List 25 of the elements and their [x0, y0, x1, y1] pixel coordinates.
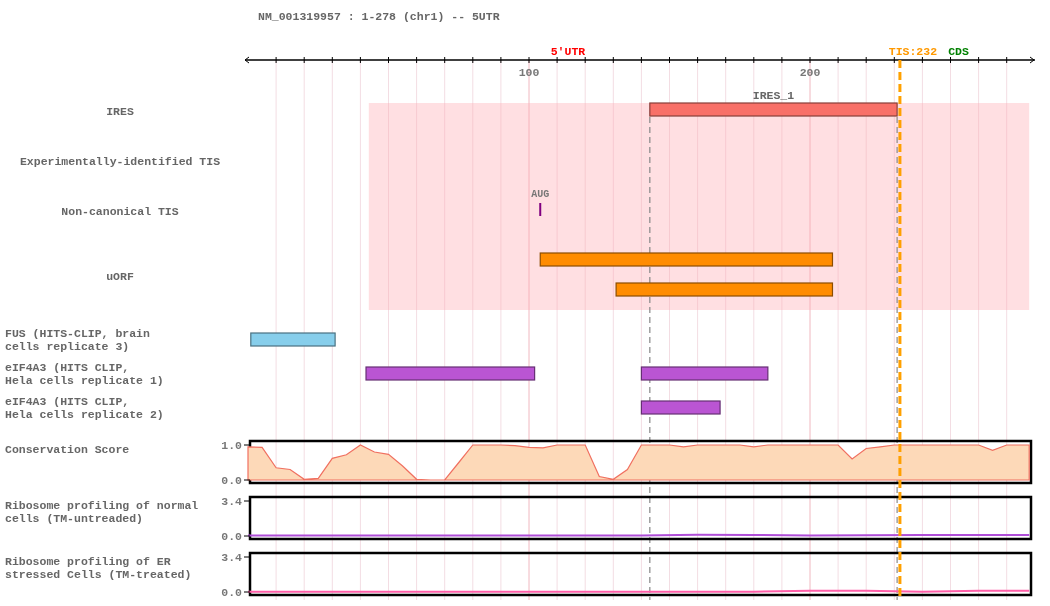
- track-label: Conservation Score: [5, 443, 130, 456]
- track-label: uORF: [106, 270, 134, 283]
- track-label: FUS (HITS-CLIP, brain cells replicate 3): [5, 327, 150, 353]
- region-label: 5'UTR: [550, 45, 586, 58]
- region-label: CDS: [948, 45, 969, 58]
- track-label: Ribosome profiling of ER stressed Cells (TM-treated): [5, 555, 192, 581]
- page-title: NM_001319957 : 1-278 (chr1) -- 5UTR: [258, 10, 500, 23]
- site-tick: [539, 203, 542, 216]
- y-tick-label: 3.4: [221, 495, 242, 508]
- track-label: eIF4A3 (HITS CLIP, Hela cells replicate 1): [5, 361, 164, 387]
- axis-label: 100: [518, 66, 540, 79]
- y-tick-label: 1.0: [221, 439, 242, 452]
- site-label: AUG: [531, 189, 550, 200]
- track-label: Experimentally-identified TIS: [19, 155, 221, 168]
- axis-label: 200: [799, 66, 821, 79]
- track-label: Non-canonical TIS: [61, 205, 179, 218]
- y-tick-label: 3.4: [221, 551, 242, 564]
- track-label: Ribosome profiling of normal cells (TM-untreaded): [5, 499, 199, 525]
- y-tick-label: 0.0: [221, 530, 242, 543]
- y-tick-label: 0.0: [221, 474, 242, 487]
- track-label: IRES: [106, 105, 134, 118]
- tis-label: TIS:232: [888, 45, 938, 58]
- y-tick-label: 0.0: [221, 586, 242, 599]
- track-label: eIF4A3 (HITS CLIP, Hela cells replicate 2): [5, 395, 164, 421]
- feature-label: IRES_1: [752, 89, 795, 102]
